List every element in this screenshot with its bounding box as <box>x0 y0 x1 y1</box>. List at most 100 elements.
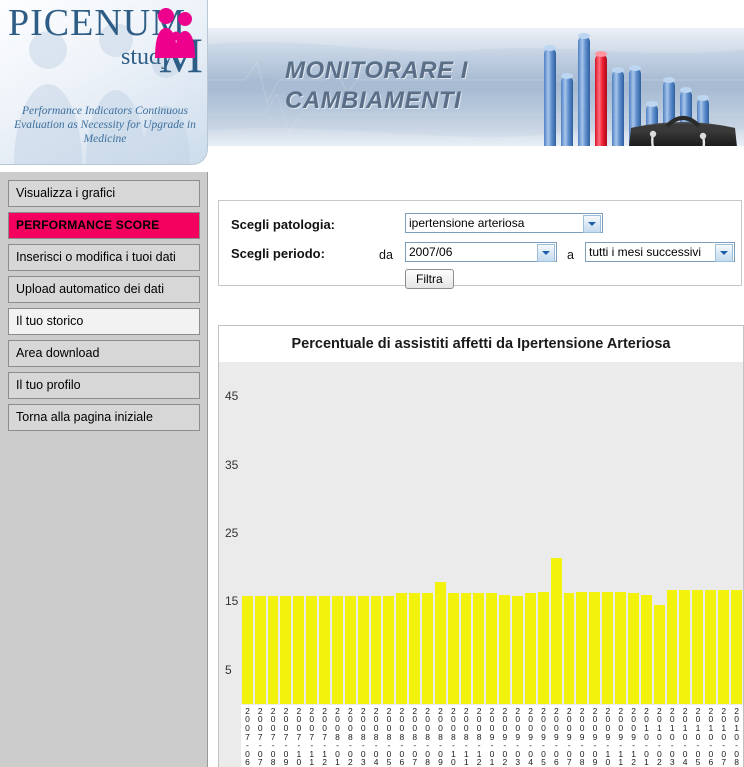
chart-container: Percentuale di assistiti affetti da Iper… <box>218 325 744 767</box>
bar <box>344 595 356 704</box>
bar <box>692 590 704 704</box>
x-axis-label: 2008-01 <box>331 704 344 767</box>
bar <box>254 595 266 704</box>
bar <box>512 595 523 704</box>
pathology-select[interactable]: ipertensione arteriosa <box>405 213 603 233</box>
x-axis-label: 2008-04 <box>369 704 383 767</box>
sidebar-item-inserisci-modifica-dati[interactable]: Inserisci o modifica i tuoi dati <box>8 244 200 271</box>
x-axis-label: 2008-06 <box>395 704 409 767</box>
period-to-select[interactable]: tutti i mesi successivi <box>585 242 735 262</box>
x-axis-labels: 2007-062007-072007-082007-092007-102007-… <box>241 704 743 767</box>
bar <box>473 593 485 704</box>
bar <box>718 590 729 704</box>
site-header: MONITORARE I CAMBIAMENTI PICENUM study P… <box>0 0 744 172</box>
x-axis-label: 2009-08 <box>575 704 589 767</box>
period-label: Scegli periodo: <box>231 246 325 261</box>
x-axis-label: 2009-10 <box>601 704 615 767</box>
sidebar-item-profilo[interactable]: Il tuo profilo <box>8 372 200 399</box>
bar <box>319 595 330 704</box>
filter-panel: Scegli patologia: ipertensione arteriosa… <box>218 200 742 289</box>
bar <box>615 591 626 704</box>
sidebar-item-visualizza-grafici[interactable]: Visualizza i grafici <box>8 180 200 207</box>
bar <box>383 595 395 704</box>
x-axis-label: 2007-12 <box>318 704 332 767</box>
x-axis-label: 2008-05 <box>382 704 396 767</box>
x-axis-label: 2008-12 <box>472 704 486 767</box>
sidebar: Visualizza i grafici PERFORMANCE SCORE I… <box>0 172 208 767</box>
doctor-bag-graphic <box>629 116 737 146</box>
bar <box>409 593 420 704</box>
bar <box>589 591 601 704</box>
x-axis-label: 2009-09 <box>588 704 602 767</box>
bar <box>679 590 691 704</box>
x-axis-label: 2009-02 <box>498 704 512 767</box>
banner-title-line1: MONITORARE I <box>285 57 468 84</box>
bar <box>241 595 253 704</box>
bar <box>705 590 717 704</box>
x-axis-label: 2009-06 <box>549 704 563 767</box>
site-logo[interactable]: PICENUM study M Performance Indicators C… <box>0 0 208 165</box>
period-to-label: a <box>567 248 574 262</box>
pathology-label: Scegli patologia: <box>231 217 336 232</box>
bar <box>331 595 343 704</box>
x-axis-label: 2010-08 <box>730 704 743 767</box>
x-axis-label: 2009-05 <box>537 704 550 767</box>
bar <box>653 604 665 704</box>
x-axis-label: 2010-07 <box>717 704 731 767</box>
x-axis-label: 2008-11 <box>459 704 473 767</box>
banner-title: MONITORARE I CAMBIAMENTI <box>285 56 468 116</box>
period-from-select-wrap[interactable]: 2007/06 <box>405 242 557 262</box>
sidebar-item-storico[interactable]: Il tuo storico <box>8 308 200 335</box>
x-axis-label: 2009-04 <box>524 704 538 767</box>
chart-plot-area: 45 35 25 15 5 2007-062007-072007-082007-0920… <box>219 362 743 767</box>
main-content: Scegli patologia: ipertensione arteriosa… <box>208 172 744 767</box>
bar <box>730 590 742 704</box>
bar <box>499 595 511 704</box>
bar <box>280 595 292 704</box>
x-axis-label: 2008-07 <box>408 704 422 767</box>
filter-button[interactable]: Filtra <box>405 269 454 289</box>
x-axis-label: 2009-12 <box>627 704 640 767</box>
bar <box>524 593 536 704</box>
bar <box>370 595 382 704</box>
bar <box>447 593 459 704</box>
x-axis-label: 2008-10 <box>446 704 460 767</box>
bar <box>267 595 279 704</box>
chart-bars <box>241 362 743 704</box>
bar <box>460 593 472 704</box>
bar <box>550 558 562 704</box>
period-from-label: da <box>379 248 393 262</box>
bar <box>627 593 639 704</box>
bar <box>434 582 446 704</box>
sidebar-item-pagina-iniziale[interactable]: Torna alla pagina iniziale <box>8 404 200 431</box>
sidebar-item-upload-automatico[interactable]: Upload automatico dei dati <box>8 276 200 303</box>
x-axis-label: 2010-05 <box>691 704 705 767</box>
header-banner: MONITORARE I CAMBIAMENTI <box>205 28 744 146</box>
x-axis-label: 2010-04 <box>678 704 692 767</box>
x-axis-label: 2007-10 <box>292 704 306 767</box>
x-axis-label: 2010-01 <box>640 704 653 767</box>
x-axis-label: 2008-09 <box>434 704 447 767</box>
bar <box>537 591 549 704</box>
pathology-select-wrap[interactable]: ipertensione arteriosa <box>405 213 603 233</box>
page-root: MONITORARE I CAMBIAMENTI PICENUM study P… <box>0 0 744 767</box>
bar <box>640 595 652 704</box>
x-axis-label: 2009-07 <box>562 704 576 767</box>
bar <box>306 595 318 704</box>
x-axis-label: 2007-08 <box>266 704 280 767</box>
logo-tagline: Performance Indicators Continuous Evalua… <box>14 105 196 145</box>
bar <box>357 595 369 704</box>
chart-title: Percentuale di assistiti affetti da Iper… <box>291 336 671 352</box>
x-axis-label: 2007-06 <box>241 704 254 767</box>
x-axis-label: 2009-01 <box>485 704 499 767</box>
sidebar-item-area-download[interactable]: Area download <box>8 340 200 367</box>
x-axis-label: 2008-02 <box>343 704 357 767</box>
bar <box>486 593 498 704</box>
sidebar-item-performance-score[interactable]: PERFORMANCE SCORE <box>8 212 200 239</box>
bar <box>602 591 614 704</box>
sidebar-menu: Visualizza i grafici PERFORMANCE SCORE I… <box>8 180 200 436</box>
x-axis-label: 2007-11 <box>305 704 319 767</box>
period-to-select-wrap[interactable]: tutti i mesi successivi <box>585 242 735 262</box>
x-axis-label: 2007-07 <box>253 704 267 767</box>
period-from-select[interactable]: 2007/06 <box>405 242 557 262</box>
